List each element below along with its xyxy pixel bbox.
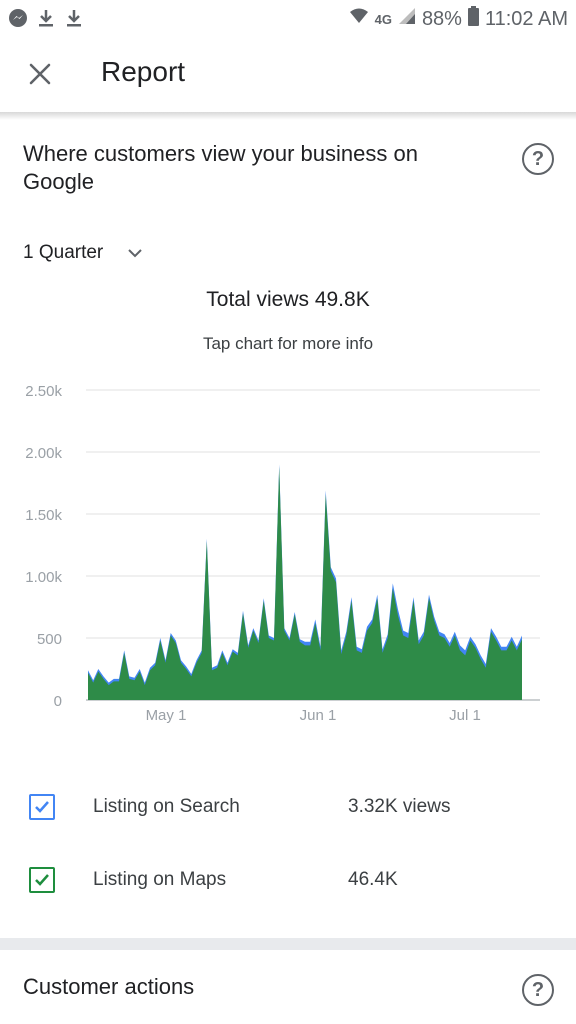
y-tick-label: 500 xyxy=(37,631,62,648)
card-title: Where customers view your business on Go… xyxy=(23,141,418,194)
help-icon: ? xyxy=(531,148,545,170)
check-icon xyxy=(35,801,49,813)
clock: 11:02 AM xyxy=(484,7,568,30)
x-tick-label: Jun 1 xyxy=(300,707,337,724)
period-value: 1 Quarter xyxy=(23,242,104,263)
section-title: Customer actions xyxy=(23,974,195,999)
close-button[interactable] xyxy=(24,58,56,90)
y-tick-label: 2.00k xyxy=(25,445,62,462)
y-tick-label: 1.00k xyxy=(25,569,62,586)
close-icon xyxy=(29,63,51,85)
y-tick-label: 2.50k xyxy=(25,383,62,400)
help-button[interactable]: ? xyxy=(522,143,554,175)
notification-icons xyxy=(8,8,84,33)
legend-label: Listing on Search xyxy=(93,796,240,817)
signal-icon xyxy=(398,7,416,31)
x-tick-label: May 1 xyxy=(146,707,187,724)
battery-percent: 88% xyxy=(421,7,462,30)
y-tick-label: 0 xyxy=(54,693,62,710)
help-icon: ? xyxy=(531,979,545,1001)
check-icon xyxy=(35,874,49,886)
page-title: Report xyxy=(101,56,186,87)
status-bar: 4G 88% 11:02 AM xyxy=(0,0,576,36)
legend-label: Listing on Maps xyxy=(93,869,227,890)
section-divider xyxy=(0,938,576,950)
battery-icon xyxy=(467,6,479,32)
legend-row-maps[interactable]: Listing on Maps 46.4K xyxy=(0,856,576,904)
messenger-icon xyxy=(8,8,28,33)
legend-value: 3.32K views xyxy=(348,796,451,817)
system-status: 4G 88% 11:02 AM xyxy=(349,6,568,32)
app-bar-shadow xyxy=(0,112,576,120)
download-icon xyxy=(64,8,84,33)
wifi-icon xyxy=(349,7,369,31)
total-views: Total views 49.8K xyxy=(206,288,370,311)
x-tick-label: Jul 1 xyxy=(449,707,481,724)
search-checkbox[interactable] xyxy=(29,794,55,820)
views-chart[interactable]: 0 500 1.00k 1.50k 2.00k 2.50k May 1 Jun 1 Jul 1 xyxy=(0,370,576,730)
legend-value: 46.4K xyxy=(348,869,398,890)
legend-row-search[interactable]: Listing on Search 3.32K views xyxy=(0,783,576,831)
period-dropdown[interactable]: 1 Quarter xyxy=(23,242,143,264)
app-bar: Report xyxy=(0,36,576,112)
network-type: 4G xyxy=(374,11,392,27)
y-tick-label: 1.50k xyxy=(25,507,62,524)
download-icon xyxy=(36,8,56,33)
chart-hint: Tap chart for more info xyxy=(202,334,374,353)
help-button[interactable]: ? xyxy=(522,974,554,1006)
chevron-down-icon xyxy=(128,249,142,258)
maps-checkbox[interactable] xyxy=(29,867,55,893)
